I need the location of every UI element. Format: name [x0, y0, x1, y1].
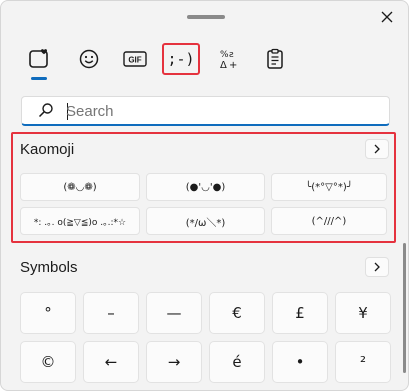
svg-text:Δ: Δ	[220, 60, 227, 70]
tab-clipboard[interactable]	[257, 41, 293, 77]
scrollbar[interactable]	[403, 243, 406, 373]
emoji-heart-icon	[29, 49, 48, 68]
kaomoji-item[interactable]: (^///^)	[271, 207, 387, 235]
symbols-expand-button[interactable]	[365, 257, 389, 277]
tab-smiley[interactable]	[71, 41, 107, 77]
symbol-item[interactable]: –	[83, 292, 139, 334]
kaomoji-section-title: Kaomoji	[20, 141, 75, 158]
symbol-item[interactable]: •	[272, 341, 328, 383]
tab-emoji[interactable]	[21, 41, 57, 80]
smiley-face-icon	[79, 49, 99, 69]
symbol-item[interactable]: €	[209, 292, 265, 334]
kaomoji-item[interactable]: ╰(*°▽°*)╯	[271, 173, 387, 201]
symbol-item[interactable]: ©	[20, 341, 76, 383]
chevron-right-icon	[374, 262, 380, 272]
drag-handle[interactable]	[187, 15, 225, 19]
svg-text:GIF: GIF	[128, 56, 141, 65]
symbols-icon: % ƨ Δ +	[220, 50, 237, 70]
emoji-panel: GIF ;-) % ƨ Δ + Search Kaomoji (❁◡❁) (●'…	[0, 0, 409, 391]
close-button[interactable]	[375, 5, 399, 29]
symbol-item[interactable]: →	[146, 341, 202, 383]
svg-text:%: %	[220, 50, 229, 60]
kaomoji-item[interactable]: (●'◡'●)	[146, 173, 265, 201]
kaomoji-tab-highlight	[162, 43, 200, 75]
symbol-item[interactable]: ¥	[335, 292, 391, 334]
symbol-item[interactable]: —	[146, 292, 202, 334]
symbol-item[interactable]: £	[272, 292, 328, 334]
svg-text:ƨ: ƨ	[229, 50, 234, 60]
kaomoji-expand-button[interactable]	[365, 139, 389, 159]
symbol-item[interactable]: ²	[335, 341, 391, 383]
kaomoji-item[interactable]: (❁◡❁)	[20, 173, 140, 201]
symbols-section-title: Symbols	[20, 259, 78, 276]
kaomoji-item[interactable]: *: .｡. o(≧▽≦)o .｡.:*☆	[20, 207, 140, 235]
gif-icon: GIF	[123, 51, 147, 67]
search-input[interactable]	[66, 100, 376, 122]
symbol-item[interactable]: °	[20, 292, 76, 334]
chevron-right-icon	[374, 144, 380, 154]
close-icon	[381, 11, 393, 23]
kaomoji-item[interactable]: (*/ω＼*)	[146, 207, 265, 235]
tab-symbols[interactable]: % ƨ Δ +	[211, 41, 247, 77]
clipboard-icon	[267, 48, 283, 69]
symbol-item[interactable]: ←	[83, 341, 139, 383]
search-icon	[38, 103, 53, 118]
symbol-item[interactable]: é	[209, 341, 265, 383]
search-box[interactable]	[21, 96, 390, 126]
tab-gif[interactable]: GIF	[117, 41, 153, 77]
svg-text:+: +	[229, 60, 237, 70]
